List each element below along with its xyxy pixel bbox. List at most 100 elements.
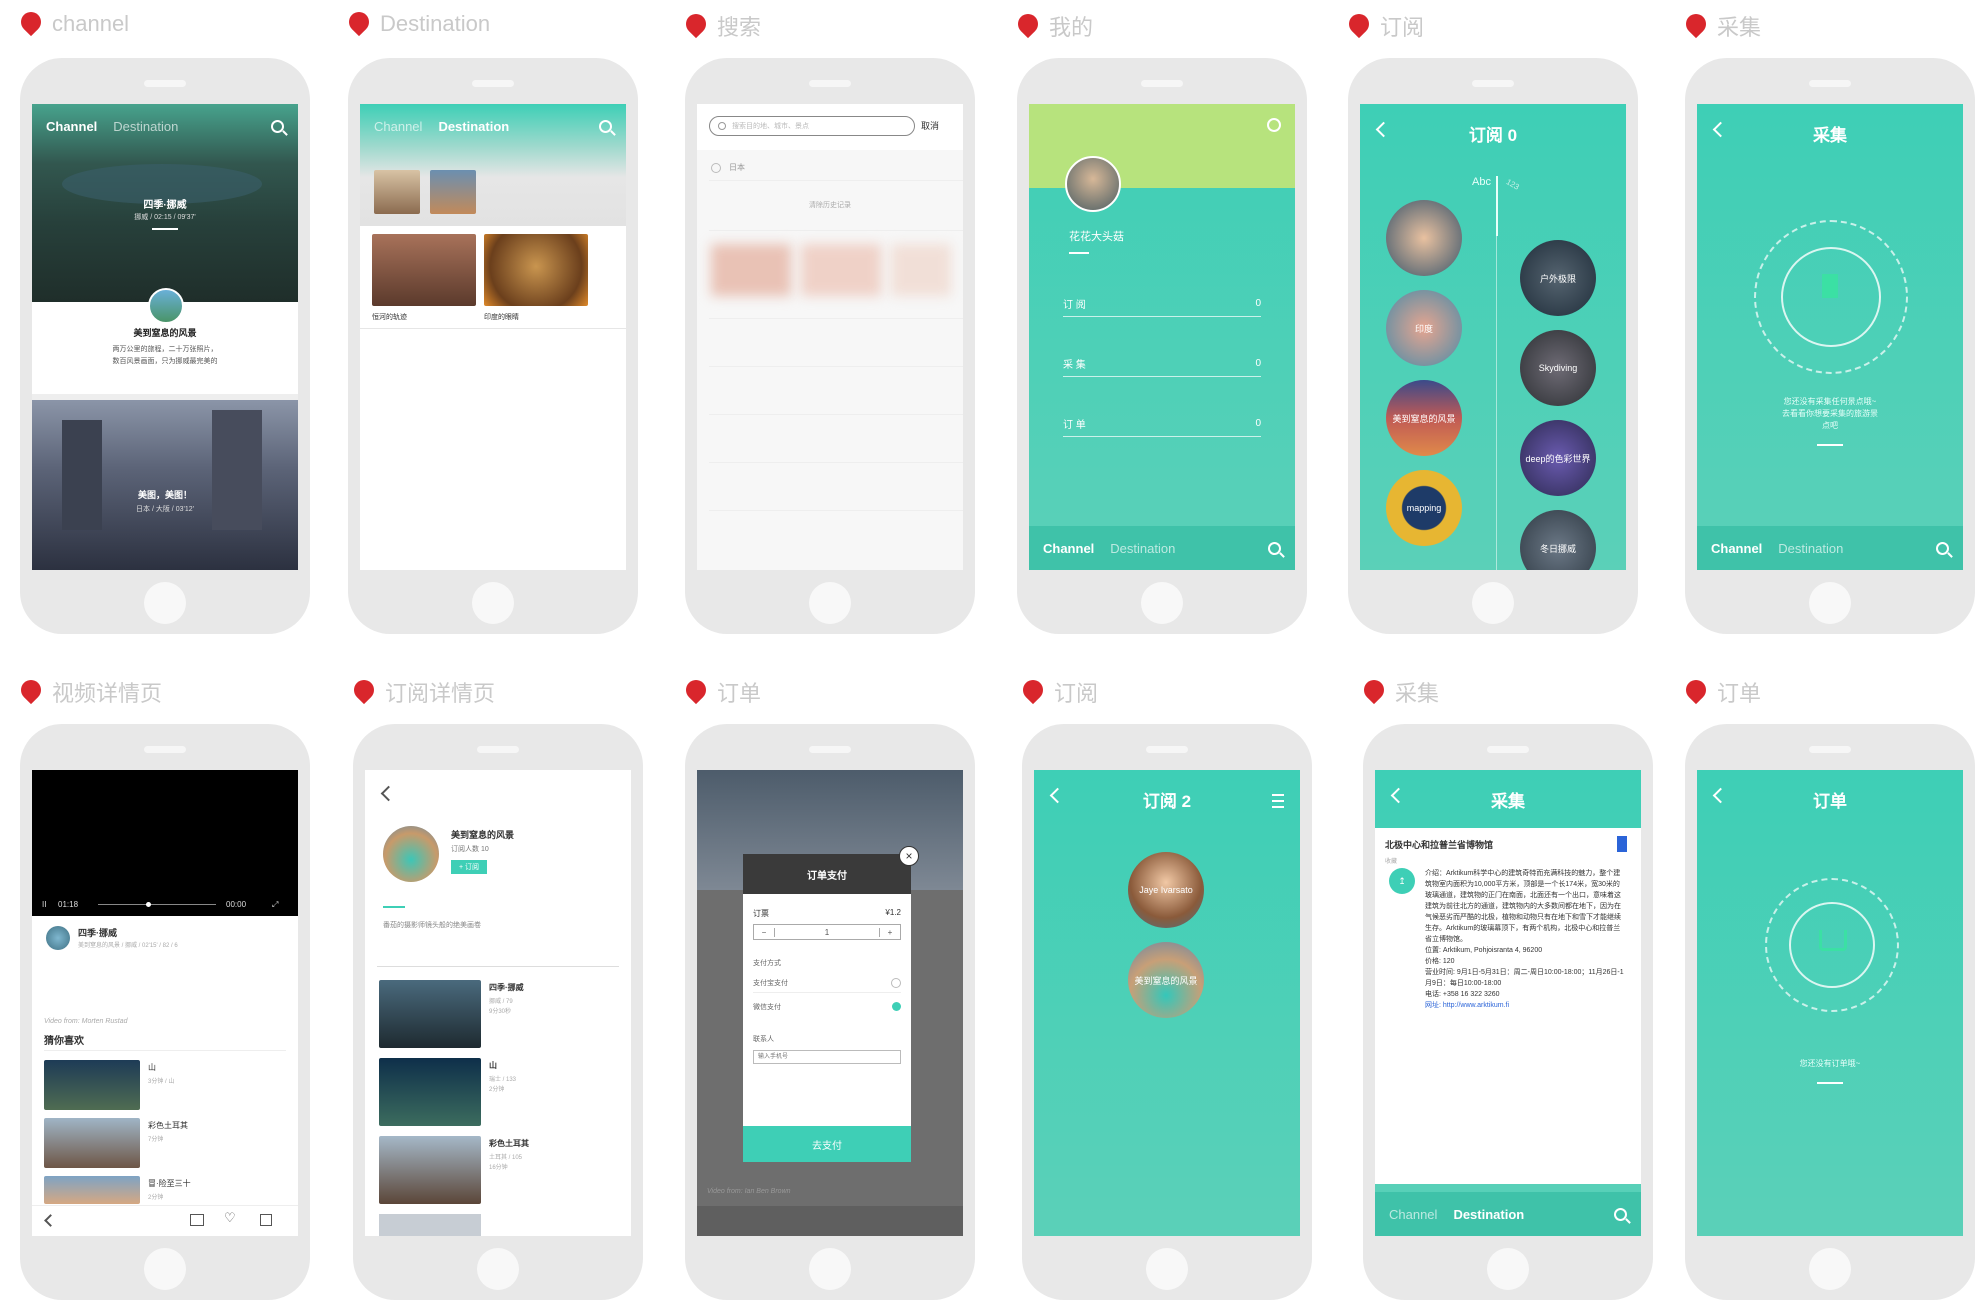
home-button[interactable] <box>1809 582 1851 624</box>
heart-icon[interactable]: ♡ <box>224 1210 236 1226</box>
video-card[interactable]: 美到窒息的风景 两万公里的旅程，二十万张照片， 数百风景画面，只为挪威最完美的 <box>32 288 298 394</box>
destination-image[interactable] <box>484 234 588 306</box>
history-item[interactable]: 日本 <box>711 162 745 173</box>
minus-button[interactable]: − <box>754 927 775 937</box>
subscription-circle[interactable]: mapping <box>1386 470 1462 546</box>
settings-gear-icon[interactable] <box>1267 118 1281 132</box>
alipay-option[interactable]: 支付宝支付 <box>753 978 788 988</box>
share-icon[interactable] <box>260 1214 272 1226</box>
tab-destination[interactable]: Destination <box>1778 541 1843 556</box>
video-thumb[interactable] <box>379 980 481 1048</box>
video-player[interactable]: II 01:18 00:00 ⤢ <box>32 770 298 916</box>
home-button[interactable] <box>809 582 851 624</box>
subscription-circle[interactable]: 美到窒息的风景 <box>1386 380 1462 456</box>
subscription-circle[interactable]: Skydiving <box>1520 330 1596 406</box>
home-button[interactable] <box>144 582 186 624</box>
subscribe-button[interactable]: + 订阅 <box>451 860 487 874</box>
radio-unchecked[interactable] <box>891 978 901 988</box>
category-thumb[interactable] <box>430 170 476 214</box>
back-icon[interactable] <box>380 785 397 802</box>
intro-text: 介绍：Arktikum科学中心的建筑奇特而充满科技的魅力，整个建筑物室内面积为1… <box>1425 870 1621 943</box>
card-desc: 数百风景画面，只为挪威最完美的 <box>112 358 218 365</box>
video-thumb[interactable] <box>379 1058 481 1126</box>
subscription-circle[interactable]: 户外极限 <box>1520 240 1596 316</box>
phone-frame: 美到窒息的风景 订阅人数 10 + 订阅 番茄的摄影师镜头般的绝美画卷 四季·挪… <box>353 724 643 1300</box>
pause-icon[interactable]: II <box>42 900 46 909</box>
recommend-meta: 2分钟 <box>148 1195 164 1201</box>
ticket-text: 价格: 120 <box>1425 958 1455 965</box>
destination-image[interactable] <box>372 234 476 306</box>
home-button[interactable] <box>477 1248 519 1290</box>
back-icon[interactable] <box>44 1214 57 1227</box>
subscription-circle[interactable]: 冬日挪威 <box>1520 510 1596 570</box>
radio-checked[interactable] <box>892 1002 901 1011</box>
website-link[interactable]: 网址: http://www.arktikum.fi <box>1425 1000 1625 1011</box>
menu-row-collections[interactable]: 采 集0 <box>1063 350 1261 377</box>
video-thumb[interactable] <box>379 1136 481 1204</box>
search-icon[interactable] <box>1268 541 1281 555</box>
cancel-button[interactable]: 取消 <box>921 119 939 132</box>
menu-row-subscriptions[interactable]: 订 阅0 <box>1063 290 1261 317</box>
search-icon[interactable] <box>1936 541 1949 555</box>
tab-destination[interactable]: Destination <box>1110 541 1175 556</box>
bookmark-icon[interactable] <box>1617 836 1627 852</box>
home-button[interactable] <box>1487 1248 1529 1290</box>
tab-channel[interactable]: Channel <box>1389 1207 1437 1222</box>
blurred-result <box>711 244 791 296</box>
tab-destination[interactable]: Destination <box>438 119 509 134</box>
menu-row-orders[interactable]: 订 单0 <box>1063 410 1261 437</box>
subscription-circle[interactable]: 美到窒息的风景 <box>1128 942 1204 1018</box>
pay-button[interactable]: 去支付 <box>743 1126 911 1162</box>
home-button[interactable] <box>809 1248 851 1290</box>
fullscreen-icon[interactable]: ⤢ <box>272 900 278 910</box>
wechat-option[interactable]: 微信支付 <box>753 1002 781 1012</box>
tab-channel[interactable]: Channel <box>374 119 422 134</box>
close-icon[interactable]: × <box>899 846 919 866</box>
tab-destination[interactable]: Destination <box>1453 1207 1524 1222</box>
phone-input[interactable] <box>753 1050 901 1064</box>
recommend-thumb[interactable] <box>44 1176 140 1204</box>
subscription-circle[interactable]: 印度 <box>1386 290 1462 366</box>
subscription-circle[interactable]: deep的色彩世界 <box>1520 420 1596 496</box>
home-button[interactable] <box>1141 582 1183 624</box>
home-button[interactable] <box>472 582 514 624</box>
location-pin-icon <box>1363 678 1385 706</box>
tab-channel[interactable]: Channel <box>1711 541 1762 556</box>
list-icon[interactable] <box>1272 794 1284 808</box>
location-pin-icon <box>20 10 42 38</box>
quantity-stepper[interactable]: − 1 + <box>753 924 901 940</box>
recommend-thumb[interactable] <box>44 1118 140 1168</box>
search-icon[interactable] <box>599 119 612 133</box>
recommend-thumb[interactable] <box>44 1060 140 1110</box>
tab-channel[interactable]: Channel <box>1043 541 1094 556</box>
comment-icon[interactable] <box>190 1214 204 1226</box>
top-tabbar: Channel Destination <box>360 104 626 148</box>
subscription-circle[interactable]: Jaye Ivarsato <box>1128 852 1204 928</box>
phone-frame: 订单 您还没有订单哦~ <box>1685 724 1975 1300</box>
city-image[interactable]: 美图，美图！ 日本 / 大阪 / 03'12' <box>32 400 298 570</box>
video-meta: 16分钟 <box>489 1165 508 1171</box>
home-button[interactable] <box>1472 582 1514 624</box>
subscription-circle[interactable] <box>1386 200 1462 276</box>
search-input[interactable]: 搜索目的地、城市、景点 <box>709 116 915 136</box>
order-item: 订票 <box>753 909 769 918</box>
phone-frame: Channel Destination 恒河的轨迹 印度的眼睛 <box>348 58 638 634</box>
page-title: 订阅 0 <box>1468 125 1518 145</box>
phone-screen: 花花大头菇 订 阅0 采 集0 订 单0 Channel Destination <box>1029 104 1295 570</box>
progress-bar[interactable] <box>98 902 216 907</box>
phone-screen: 订阅 2 Jaye Ivarsato 美到窒息的风景 <box>1034 770 1300 1236</box>
tab-destination[interactable]: Destination <box>113 119 178 134</box>
category-thumb[interactable] <box>374 170 420 214</box>
home-button[interactable] <box>144 1248 186 1290</box>
search-icon[interactable] <box>1614 1207 1627 1221</box>
tag: 收藏 <box>1385 859 1398 865</box>
home-button[interactable] <box>1146 1248 1188 1290</box>
video-meta: 2分钟 <box>489 1087 505 1093</box>
nickname: 花花大头菇 <box>1069 231 1124 243</box>
search-icon[interactable] <box>271 119 284 133</box>
home-button[interactable] <box>1809 1248 1851 1290</box>
tab-channel[interactable]: Channel <box>46 119 97 134</box>
plus-button[interactable]: + <box>878 927 900 937</box>
clear-history-button[interactable]: 清除历史记录 <box>697 200 963 210</box>
avatar[interactable] <box>1065 156 1121 212</box>
